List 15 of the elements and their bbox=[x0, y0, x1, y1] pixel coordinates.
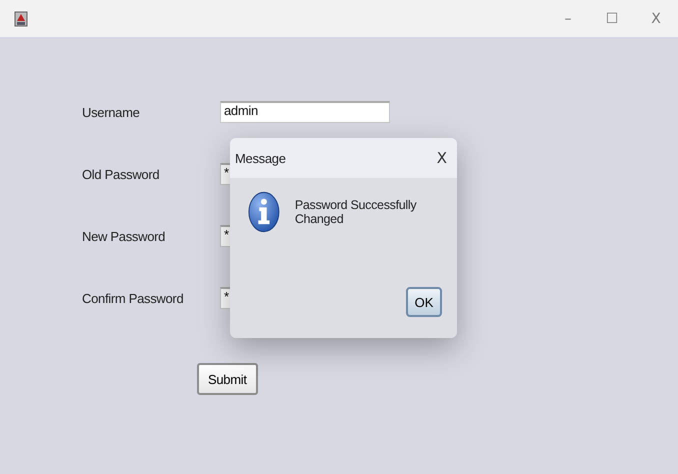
minimize-button[interactable]: – bbox=[546, 4, 590, 34]
info-icon bbox=[248, 190, 280, 234]
app-icon bbox=[14, 10, 28, 26]
close-button[interactable]: X bbox=[436, 149, 447, 167]
close-button[interactable]: X bbox=[634, 4, 678, 34]
dialog-message: Password Successfully Changed bbox=[294, 198, 418, 226]
field-label: New Password bbox=[82, 228, 166, 244]
input-field[interactable]: admin bbox=[220, 101, 390, 123]
dialog-title: Message bbox=[235, 150, 286, 166]
maximize-button[interactable]: ☐ bbox=[590, 4, 634, 34]
ok-button[interactable]: OK bbox=[406, 287, 442, 317]
field-label: Username bbox=[82, 104, 141, 120]
field-label: Old Password bbox=[82, 166, 160, 182]
submit-button[interactable]: Submit bbox=[197, 363, 258, 395]
field-label: Confirm Password bbox=[82, 290, 184, 306]
